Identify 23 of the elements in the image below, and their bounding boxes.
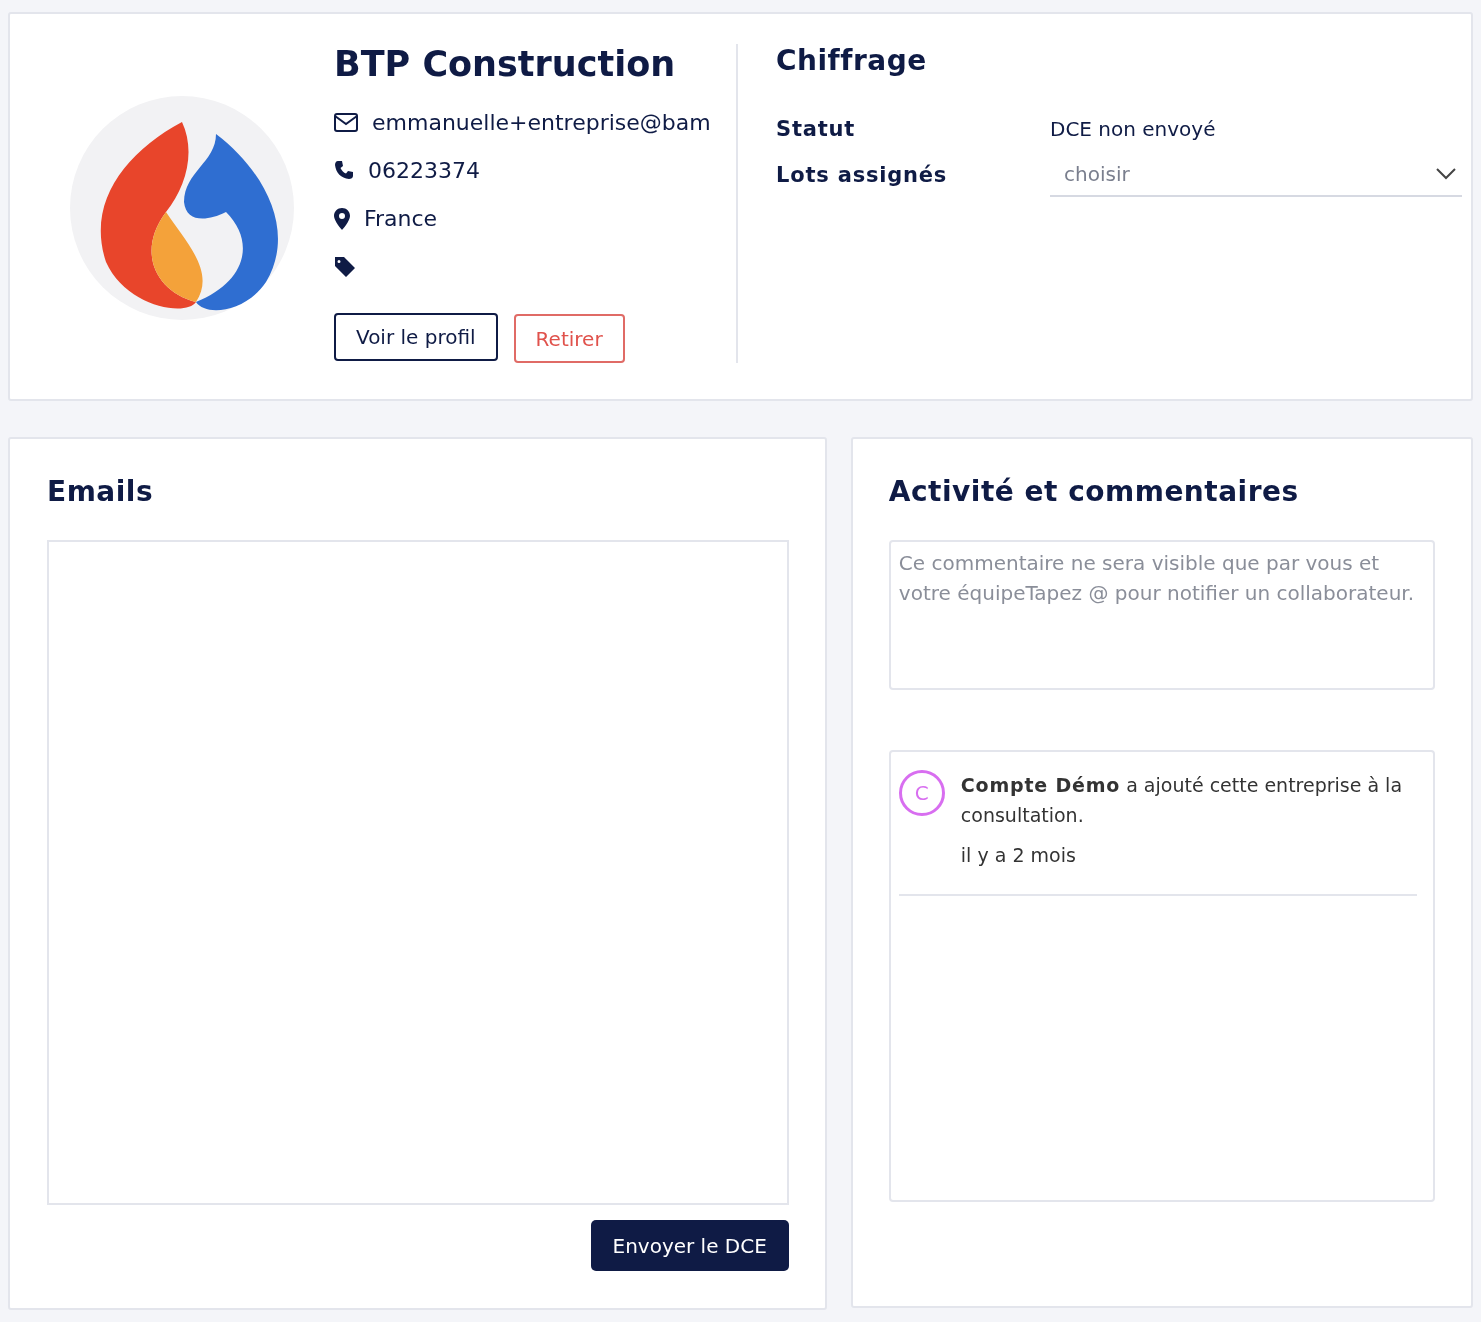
section-title: Activité et commentaires xyxy=(888,475,1300,508)
field-label: Statut xyxy=(776,117,857,141)
section-title: Emails xyxy=(47,475,155,508)
send-dce-button[interactable]: Envoyer le DCE xyxy=(590,1220,789,1271)
activity-message: Compte Démo a ajouté cette entreprise à la consultation. xyxy=(960,773,1404,828)
tag-icon xyxy=(334,255,356,278)
phone-icon xyxy=(334,160,354,181)
remove-button[interactable]: Retirer xyxy=(513,314,625,363)
company-name: BTP Construction xyxy=(334,44,677,84)
view-profile-button[interactable]: Voir le profil xyxy=(334,313,498,361)
envelope-icon xyxy=(334,112,358,132)
user-avatar: C xyxy=(898,770,945,816)
field-label: Lots assignés xyxy=(776,163,949,187)
section-title: Chiffrage xyxy=(776,44,928,77)
email-text: emmanuelle+entreprise@bam xyxy=(372,109,711,135)
chevron-down-icon xyxy=(1436,168,1456,180)
country-text: France xyxy=(364,206,438,232)
lots-dropdown[interactable]: choisir xyxy=(1050,153,1462,197)
phone-text: 06223374 xyxy=(368,157,480,183)
comment-field[interactable]: Ce commentaire ne sera visible que par vous et votre équipeTapez @ pour notifier un collaborateur. xyxy=(888,540,1435,690)
activity-time: il y a 2 mois xyxy=(960,844,1077,866)
status-value: DCE non envoyé xyxy=(1050,117,1217,141)
location-pin-icon xyxy=(334,207,350,230)
